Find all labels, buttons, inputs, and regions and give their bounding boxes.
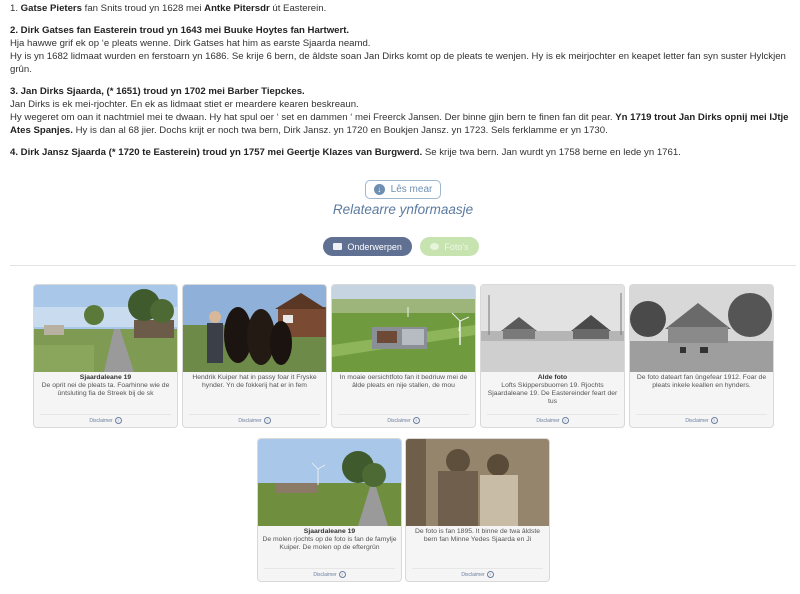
paragraph-heading: 2. Dirk Gatses fan Easterein troud yn 16… xyxy=(10,25,350,36)
arrow-down-circle-icon: ↓ xyxy=(373,184,385,195)
disclaimer-link[interactable]: Disclaimer? xyxy=(34,417,177,424)
card-caption: Hendrik Kuiper hat in passy foar it Frys… xyxy=(192,374,317,389)
card-caption: De molen rjochts op de foto is fan de fa… xyxy=(262,536,397,551)
info-icon: ? xyxy=(338,571,346,578)
card-caption: De oprit nei de pleats ta. Foarhinne wie… xyxy=(41,382,170,397)
photo-man-horses xyxy=(183,285,326,372)
photo-card[interactable]: De foto is fan 1895. It binne de twa âld… xyxy=(405,438,550,582)
card-title: Sjaardaleane 19 xyxy=(79,374,132,381)
folder-icon xyxy=(333,243,343,250)
disclaimer-link[interactable]: Disclaimer? xyxy=(481,417,624,424)
info-icon: ? xyxy=(263,417,271,424)
photo-card[interactable]: Sjaardaleane 19 De oprit nei de pleats t… xyxy=(33,284,178,428)
photo-aerial-farm xyxy=(332,285,475,372)
info-icon: ? xyxy=(486,571,494,578)
disclaimer-link[interactable]: Disclaimer? xyxy=(406,571,549,578)
person-name: Antke Pitersdr xyxy=(204,3,270,14)
info-icon: ? xyxy=(561,417,569,424)
info-icon: ? xyxy=(114,417,122,424)
photo-farm-windmill xyxy=(258,439,401,526)
photo-card[interactable]: De foto dateart fan ûngefear 1912. Foar … xyxy=(629,284,774,428)
related-info-title: Relatearre ynformaasje xyxy=(332,202,474,217)
photo-card[interactable]: Sjaardaleane 19 De molen rjochts op de f… xyxy=(257,438,402,582)
photo-card[interactable]: Alde foto Lofts Skippersbuorren 19. Rjoc… xyxy=(480,284,625,428)
photo-old-farm-1912 xyxy=(630,285,773,372)
photo-card[interactable]: In moaie oersichtfoto fan it bedriuw mei… xyxy=(331,284,476,428)
more-wrapper: ↓ Lês mear xyxy=(0,179,800,199)
tab-topics[interactable]: Onderwerpen xyxy=(323,237,412,256)
info-icon: ? xyxy=(710,417,718,424)
camera-icon xyxy=(430,243,440,250)
photo-children-1895 xyxy=(406,439,549,526)
paragraph-1: 1. Gatse Pieters fan Snits troud yn 1628… xyxy=(10,3,327,14)
photo-old-canal xyxy=(481,285,624,372)
tab-photos[interactable]: Foto's xyxy=(420,237,479,256)
person-name: Gatse Pieters xyxy=(20,3,83,14)
disclaimer-link[interactable]: Disclaimer? xyxy=(183,417,326,424)
photo-card[interactable]: Hendrik Kuiper hat in passy foar it Frys… xyxy=(182,284,327,428)
card-caption: In moaie oersichtfoto fan it bedriuw mei… xyxy=(339,374,468,389)
card-caption: De foto dateart fan ûngefear 1912. Foar … xyxy=(636,374,767,389)
disclaimer-link[interactable]: Disclaimer? xyxy=(332,417,475,424)
paragraph-heading: 4. Dirk Jansz Sjaarda (* 1720 te Eastere… xyxy=(10,147,423,158)
article-text: 1. Gatse Pieters fan Snits troud yn 1628… xyxy=(10,2,790,168)
divider xyxy=(10,265,796,266)
info-icon: ? xyxy=(412,417,420,424)
related-tabs: Onderwerpen Foto's xyxy=(0,237,800,256)
card-caption: Lofts Skippersbuorren 19. Rjochts Sjaard… xyxy=(487,382,618,405)
paragraph-heading: 3. Jan Dirks Sjaarda, (* 1651) troud yn … xyxy=(10,86,305,97)
paragraph-3: 3. Jan Dirks Sjaarda, (* 1651) troud yn … xyxy=(10,86,789,136)
card-title: Alde foto xyxy=(537,374,568,381)
read-more-button[interactable]: ↓ Lês mear xyxy=(364,180,442,199)
card-title: Sjaardaleane 19 xyxy=(303,528,356,535)
paragraph-4: 4. Dirk Jansz Sjaarda (* 1720 te Eastere… xyxy=(10,147,681,158)
paragraph-2: 2. Dirk Gatses fan Easterein troud yn 16… xyxy=(10,25,786,75)
card-caption: De foto is fan 1895. It binne de twa âld… xyxy=(414,528,541,543)
disclaimer-link[interactable]: Disclaimer? xyxy=(258,571,401,578)
disclaimer-link[interactable]: Disclaimer? xyxy=(630,417,773,424)
photo-road-farm xyxy=(34,285,177,372)
